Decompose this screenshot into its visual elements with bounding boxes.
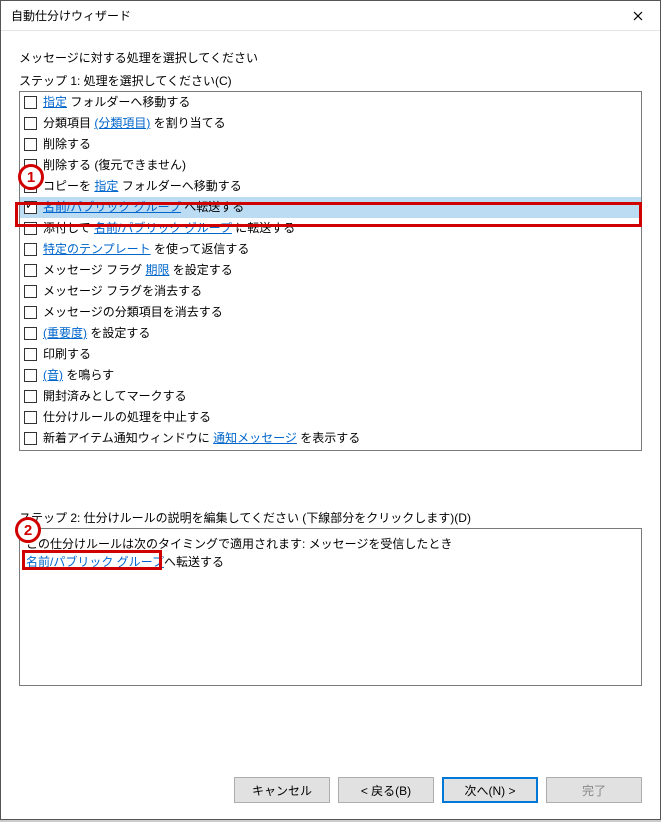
action-label: デスクトップ通知を表示する xyxy=(43,450,199,451)
action-label: 削除する xyxy=(43,135,91,154)
content-area: メッセージに対する処理を選択してください ステップ 1: 処理を選択してください… xyxy=(1,31,660,686)
action-label: 印刷する xyxy=(43,345,91,364)
action-checkbox[interactable] xyxy=(24,432,37,445)
action-label: メッセージの分類項目を消去する xyxy=(43,303,223,322)
close-button[interactable] xyxy=(615,1,660,31)
wizard-dialog: 自動仕分けウィザード メッセージに対する処理を選択してください ステップ 1: … xyxy=(0,0,661,820)
action-checkbox[interactable] xyxy=(24,243,37,256)
action-link[interactable]: 特定のテンプレート xyxy=(43,242,151,256)
action-checkbox[interactable] xyxy=(24,138,37,151)
action-label: 削除する (復元できません) xyxy=(43,156,186,175)
action-row[interactable]: (音) を鳴らす xyxy=(20,365,641,386)
dialog-title: 自動仕分けウィザード xyxy=(11,7,131,24)
action-row[interactable]: メッセージ フラグ 期限 を設定する xyxy=(20,260,641,281)
action-link[interactable]: 通知メッセージ xyxy=(213,431,297,445)
desc-line-1: この仕分けルールは次のタイミングで適用されます: メッセージを受信したとき xyxy=(26,535,635,553)
action-label: 分類項目 (分類項目) を割り当てる xyxy=(43,114,226,133)
action-row[interactable]: デスクトップ通知を表示する xyxy=(20,449,641,451)
description-box: この仕分けルールは次のタイミングで適用されます: メッセージを受信したとき 名前… xyxy=(19,528,642,686)
action-row[interactable]: 分類項目 (分類項目) を割り当てる xyxy=(20,113,641,134)
action-row[interactable]: 仕分けルールの処理を中止する xyxy=(20,407,641,428)
desc-link-name-group[interactable]: 名前/パブリック グループ xyxy=(26,555,164,569)
action-link[interactable]: 指定 xyxy=(43,95,67,109)
action-checkbox[interactable] xyxy=(24,285,37,298)
action-row[interactable]: (重要度) を設定する xyxy=(20,323,641,344)
finish-button[interactable]: 完了 xyxy=(546,777,642,803)
action-link[interactable]: 期限 xyxy=(145,263,169,277)
action-row[interactable]: 添付して 名前/パブリック グループ に転送する xyxy=(20,218,641,239)
back-button[interactable]: < 戻る(B) xyxy=(338,777,434,803)
action-label: 添付して 名前/パブリック グループ に転送する xyxy=(43,219,295,238)
action-link[interactable]: (重要度) xyxy=(43,326,87,340)
annotation-2: 2 xyxy=(15,517,41,543)
action-row[interactable]: コピーを 指定 フォルダーへ移動する xyxy=(20,176,641,197)
action-checkbox[interactable] xyxy=(24,327,37,340)
action-checkbox[interactable] xyxy=(24,348,37,361)
action-link[interactable]: (分類項目) xyxy=(94,116,150,130)
action-checkbox[interactable] xyxy=(24,264,37,277)
action-checkbox[interactable] xyxy=(24,306,37,319)
action-checkbox[interactable] xyxy=(24,390,37,403)
desc-post-text: へ転送する xyxy=(164,555,224,569)
action-row[interactable]: 開封済みとしてマークする xyxy=(20,386,641,407)
action-listbox[interactable]: 指定 フォルダーへ移動する分類項目 (分類項目) を割り当てる削除する削除する … xyxy=(19,91,642,451)
desc-line-2: 名前/パブリック グループへ転送する xyxy=(26,553,635,571)
action-label: 開封済みとしてマークする xyxy=(43,387,187,406)
action-label: 名前/パブリック グループ へ転送する xyxy=(43,198,244,217)
step2-label: ステップ 2: 仕分けルールの説明を編集してください (下線部分をクリックします… xyxy=(19,509,642,526)
action-row[interactable]: 特定のテンプレート を使って返信する xyxy=(20,239,641,260)
action-link[interactable]: 名前/パブリック グループ xyxy=(43,200,181,214)
action-row[interactable]: メッセージの分類項目を消去する xyxy=(20,302,641,323)
action-checkbox[interactable] xyxy=(24,222,37,235)
action-label: 新着アイテム通知ウィンドウに 通知メッセージ を表示する xyxy=(43,429,360,448)
next-button[interactable]: 次へ(N) > xyxy=(442,777,538,803)
instruction-text: メッセージに対する処理を選択してください xyxy=(19,49,642,66)
action-checkbox[interactable] xyxy=(24,117,37,130)
action-link[interactable]: (音) xyxy=(43,368,63,382)
action-row[interactable]: メッセージ フラグを消去する xyxy=(20,281,641,302)
action-row[interactable]: 印刷する xyxy=(20,344,641,365)
action-label: 仕分けルールの処理を中止する xyxy=(43,408,211,427)
action-row[interactable]: 新着アイテム通知ウィンドウに 通知メッセージ を表示する xyxy=(20,428,641,449)
action-checkbox[interactable] xyxy=(24,369,37,382)
action-checkbox[interactable] xyxy=(24,411,37,424)
action-label: コピーを 指定 フォルダーへ移動する xyxy=(43,177,242,196)
action-label: 指定 フォルダーへ移動する xyxy=(43,93,190,112)
action-label: (重要度) を設定する xyxy=(43,324,150,343)
action-label: メッセージ フラグ 期限 を設定する xyxy=(43,261,233,280)
action-link[interactable]: 指定 xyxy=(94,179,118,193)
annotation-1: 1 xyxy=(18,164,44,190)
action-label: (音) を鳴らす xyxy=(43,366,114,385)
button-bar: キャンセル < 戻る(B) 次へ(N) > 完了 xyxy=(234,777,642,803)
action-link[interactable]: 名前/パブリック グループ xyxy=(94,221,232,235)
action-checkbox[interactable] xyxy=(24,201,37,214)
action-row[interactable]: 名前/パブリック グループ へ転送する xyxy=(20,197,641,218)
action-row[interactable]: 削除する (復元できません) xyxy=(20,155,641,176)
action-row[interactable]: 指定 フォルダーへ移動する xyxy=(20,92,641,113)
action-checkbox[interactable] xyxy=(24,96,37,109)
action-label: メッセージ フラグを消去する xyxy=(43,282,202,301)
titlebar: 自動仕分けウィザード xyxy=(1,1,660,31)
step1-label: ステップ 1: 処理を選択してください(C) xyxy=(19,72,642,89)
action-row[interactable]: 削除する xyxy=(20,134,641,155)
close-icon xyxy=(633,11,643,21)
action-label: 特定のテンプレート を使って返信する xyxy=(43,240,249,259)
cancel-button[interactable]: キャンセル xyxy=(234,777,330,803)
